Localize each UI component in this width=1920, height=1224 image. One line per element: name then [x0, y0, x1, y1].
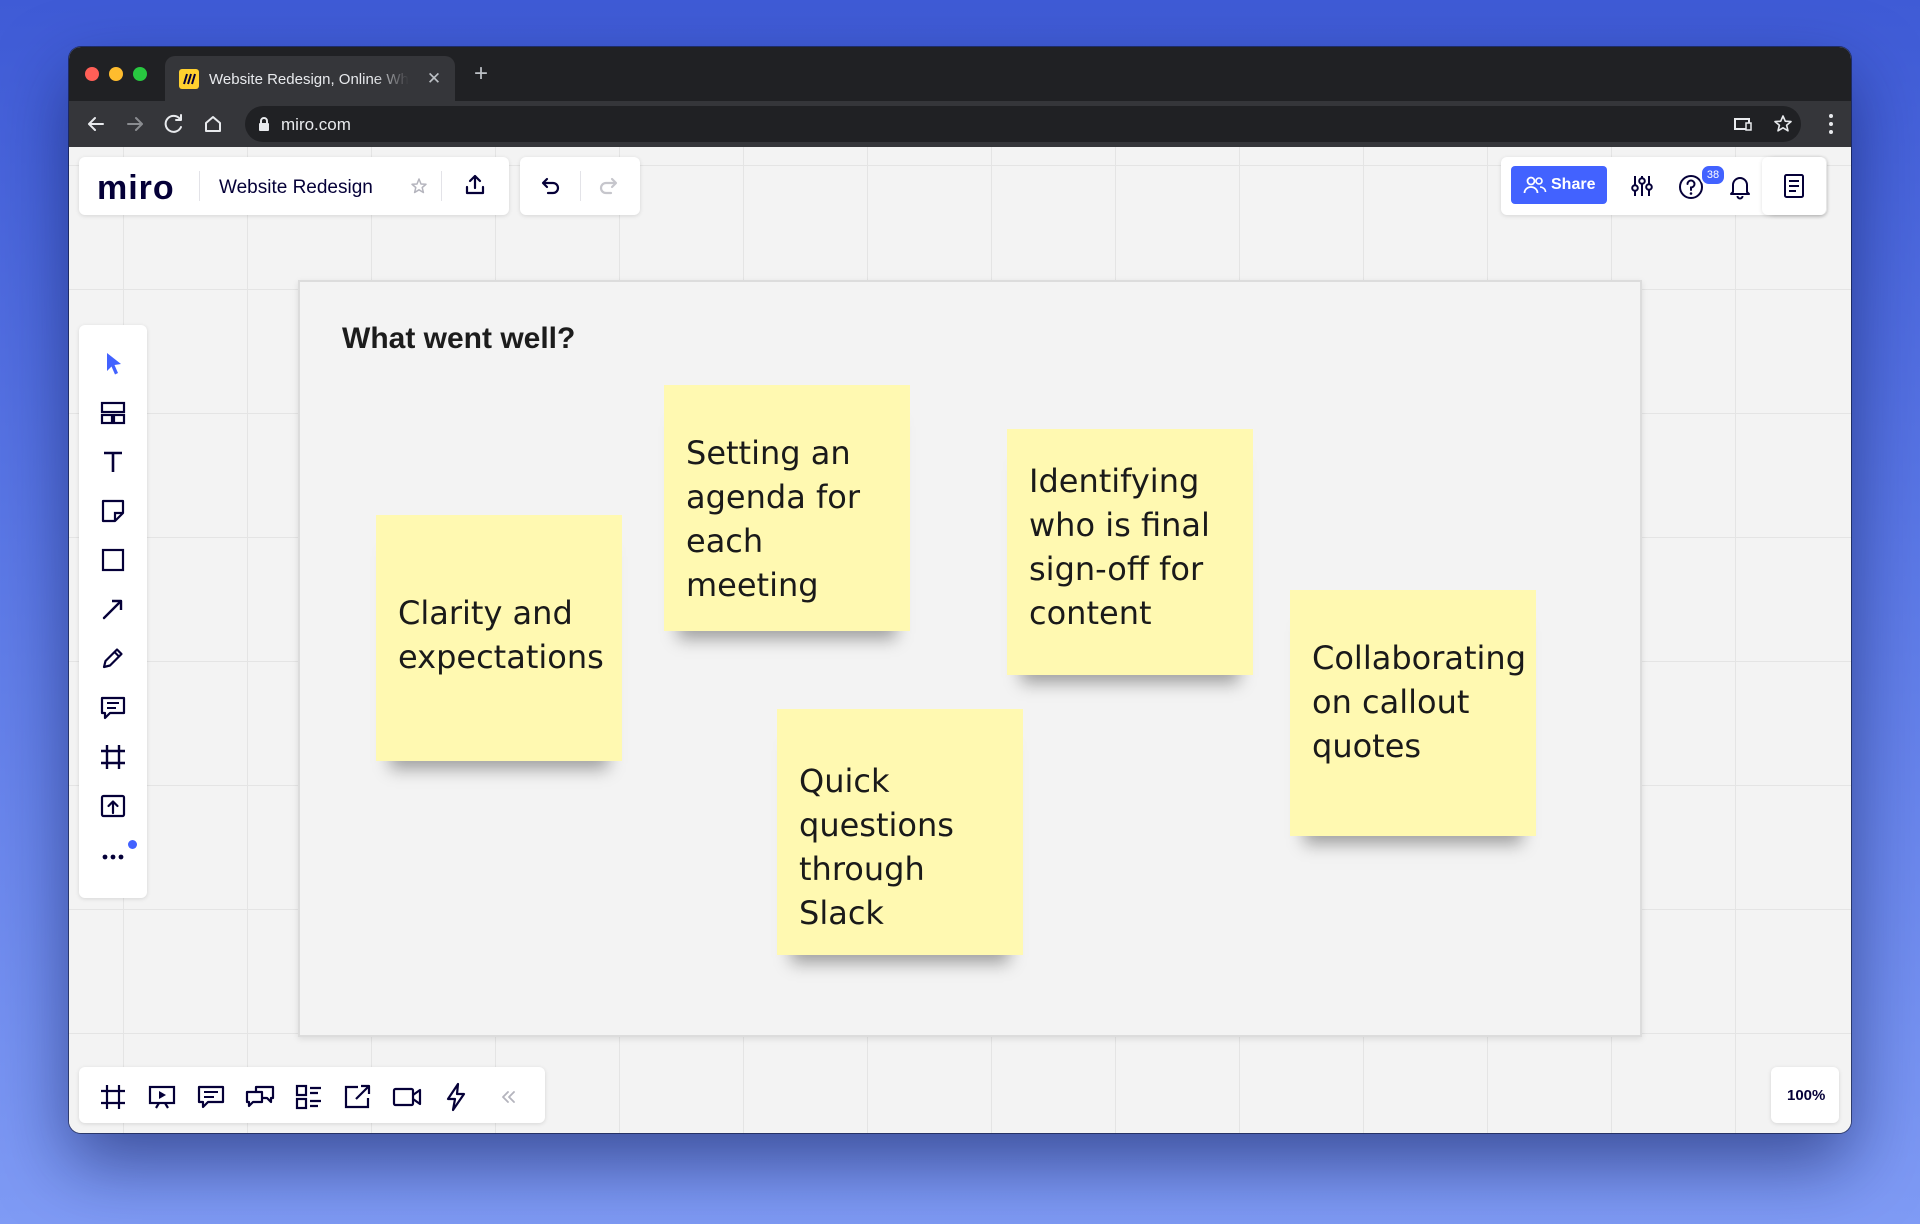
sticky-note[interactable]: Quick questions through Slack [777, 709, 1023, 955]
address-bar[interactable]: miro.com [245, 106, 1801, 142]
left-toolbar [79, 325, 147, 898]
lightning-icon[interactable] [440, 1081, 472, 1113]
comments-icon[interactable] [195, 1081, 227, 1113]
browser-tab-active[interactable]: Website Redesign, Online Whiteboard for … [165, 56, 455, 101]
video-icon[interactable] [391, 1081, 423, 1113]
sticky-note[interactable]: Clarity and expectations [376, 515, 622, 761]
board-menu-panel [1762, 157, 1826, 215]
settings-sliders-icon[interactable] [1627, 171, 1657, 201]
undo-icon[interactable] [535, 171, 565, 201]
frame-icon[interactable] [98, 742, 128, 772]
back-icon[interactable] [82, 110, 110, 138]
upload-icon[interactable] [98, 791, 128, 821]
redo-icon[interactable] [594, 171, 624, 201]
sticky-note-icon[interactable] [98, 496, 128, 526]
browser-menu-icon[interactable] [1819, 111, 1843, 137]
tab-title: Website Redesign, Online Whiteboard for … [209, 71, 409, 88]
notifications-bell-icon[interactable] [1725, 171, 1755, 201]
share-label: Share [1551, 176, 1596, 193]
export-icon[interactable] [460, 170, 490, 200]
minimize-window-icon[interactable] [109, 67, 123, 81]
pen-icon[interactable] [98, 643, 128, 673]
zoom-level: 100% [1787, 1087, 1826, 1104]
bottom-toolbar [79, 1067, 545, 1123]
sticky-note[interactable]: Identifying who is final sign-off for co… [1007, 429, 1253, 675]
templates-icon[interactable] [98, 398, 128, 428]
sticky-note[interactable]: Setting an agenda for each meeting [664, 385, 910, 631]
frames-icon[interactable] [97, 1081, 129, 1113]
comment-icon[interactable] [98, 693, 128, 723]
cast-icon[interactable] [1731, 112, 1755, 136]
browser-tab-strip: Website Redesign, Online Whiteboard for … [69, 47, 1851, 101]
miro-favicon-icon [179, 69, 199, 89]
select-icon[interactable] [98, 349, 128, 379]
divider [580, 171, 581, 201]
reload-icon[interactable] [160, 110, 188, 138]
bookmark-star-icon[interactable] [1771, 112, 1795, 136]
board-name[interactable]: Website Redesign [219, 177, 373, 199]
lock-icon [257, 116, 271, 137]
home-icon[interactable] [199, 110, 227, 138]
star-icon[interactable] [404, 171, 434, 201]
whiteboard-canvas[interactable]: miro Website Redesign Share 38 What went… [69, 147, 1851, 1133]
divider [199, 171, 200, 201]
more-icon[interactable] [98, 840, 128, 870]
retro-frame[interactable]: What went well? Clarity and expectations… [298, 280, 1642, 1037]
tab-close-icon[interactable]: ✕ [421, 66, 447, 92]
undo-redo-panel [520, 157, 640, 215]
maximize-window-icon[interactable] [133, 67, 147, 81]
share-screen-icon[interactable] [342, 1081, 374, 1113]
share-button[interactable]: Share [1511, 166, 1607, 204]
shape-icon[interactable] [98, 545, 128, 575]
url-text: miro.com [281, 115, 351, 134]
new-tab-button[interactable]: + [467, 60, 495, 88]
users-icon [1523, 176, 1547, 194]
close-window-icon[interactable] [85, 67, 99, 81]
cards-icon[interactable] [293, 1081, 325, 1113]
line-icon[interactable] [98, 594, 128, 624]
browser-toolbar: miro.com [69, 101, 1851, 147]
sticky-note[interactable]: Collaborating on callout quotes [1290, 590, 1536, 836]
board-header-panel: miro Website Redesign [79, 157, 509, 215]
collapse-icon[interactable] [492, 1081, 524, 1113]
notes-icon[interactable] [1779, 171, 1809, 201]
new-feature-dot [128, 840, 137, 849]
present-icon[interactable] [146, 1081, 178, 1113]
frame-title: What went well? [342, 322, 576, 355]
help-notification-badge: 38 [1700, 164, 1726, 186]
miro-logo[interactable]: miro [97, 169, 175, 208]
browser-window: Website Redesign, Online Whiteboard for … [69, 47, 1851, 1133]
text-icon[interactable] [98, 447, 128, 477]
zoom-control[interactable]: 100% [1771, 1067, 1839, 1123]
forward-icon[interactable] [121, 110, 149, 138]
chat-icon[interactable] [244, 1081, 276, 1113]
divider [441, 171, 442, 201]
